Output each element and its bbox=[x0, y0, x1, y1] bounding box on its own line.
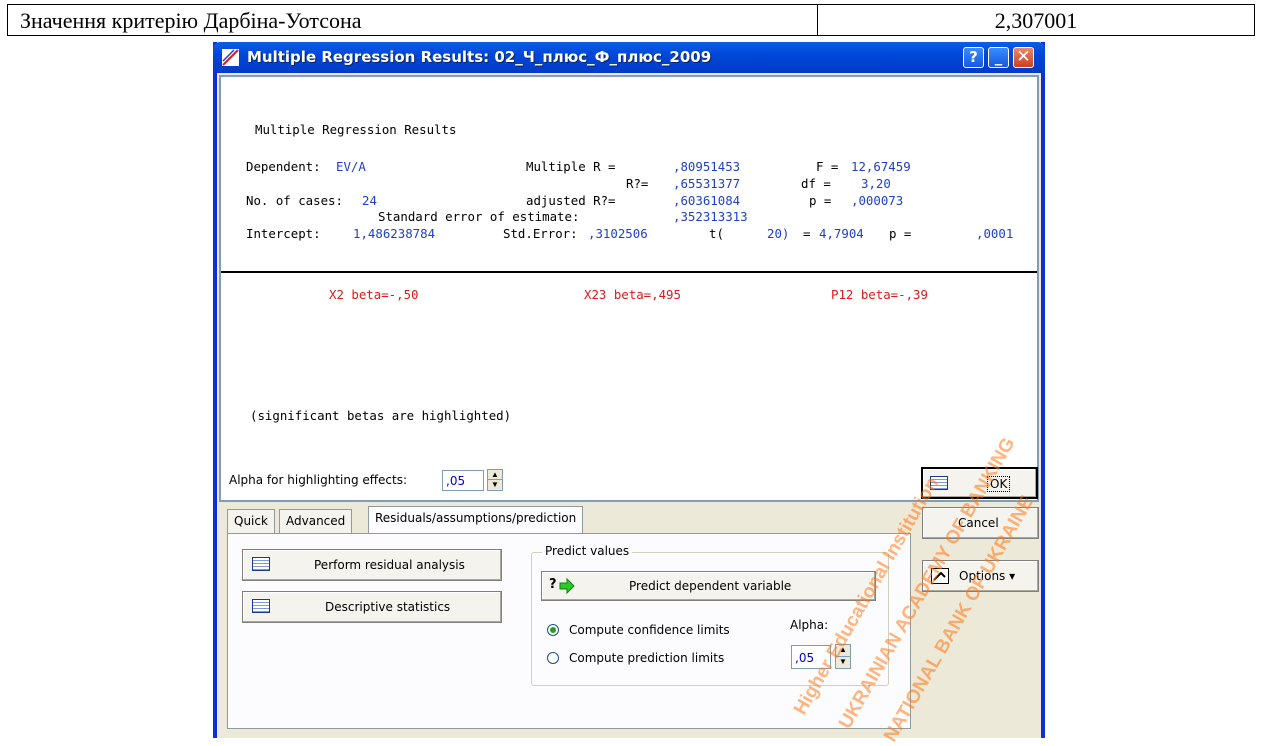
std-error-estimate-label: Standard error of estimate: bbox=[378, 209, 580, 224]
table-icon bbox=[930, 476, 948, 490]
descriptive-statistics-button[interactable]: Descriptive statistics bbox=[242, 591, 502, 623]
f-value: 12,67459 bbox=[851, 159, 911, 174]
f-label: F = bbox=[816, 159, 839, 174]
p-value: ,000073 bbox=[851, 193, 904, 208]
tab-residuals[interactable]: Residuals/assumptions/prediction bbox=[368, 506, 584, 534]
residuals-tab-panel: Perform residual analysis Descriptive st… bbox=[227, 533, 911, 729]
std-error-label: Std.Error: bbox=[503, 226, 578, 241]
spin-up-icon[interactable]: ▲ bbox=[488, 470, 502, 480]
help-button[interactable]: ? bbox=[963, 47, 984, 68]
ok-button[interactable]: OK bbox=[921, 467, 1038, 499]
t-df-value: 20) bbox=[767, 226, 790, 241]
beta-x23: X23 beta=,495 bbox=[584, 287, 681, 302]
t-value: 4,7904 bbox=[819, 226, 864, 241]
r2-label: R?= bbox=[626, 176, 649, 191]
p2-label: p = bbox=[889, 226, 912, 241]
title-bar[interactable]: Multiple Regression Results: 02_Ч_плюс_Ф… bbox=[213, 42, 1045, 73]
results-heading: Multiple Regression Results bbox=[255, 122, 457, 137]
predict-dependent-button[interactable]: ? Predict dependent variable bbox=[541, 571, 876, 601]
std-error-value: ,3102506 bbox=[588, 226, 648, 241]
intercept-value: 1,486238784 bbox=[353, 226, 436, 241]
adjusted-r2-label: adjusted R?= bbox=[526, 193, 616, 208]
table-icon bbox=[252, 557, 270, 571]
alpha-highlight-spinner[interactable]: ▲ ▼ bbox=[487, 469, 503, 491]
cases-value: 24 bbox=[362, 193, 377, 208]
alpha-label: Alpha: bbox=[790, 618, 829, 632]
p-label: p = bbox=[809, 193, 832, 208]
results-divider bbox=[221, 271, 1037, 273]
durbin-watson-label: Значення критерію Дарбіна-Уотсона bbox=[8, 5, 818, 35]
significance-note: (significant betas are highlighted) bbox=[250, 408, 512, 423]
alpha-highlight-label: Alpha for highlighting effects: bbox=[229, 473, 408, 487]
results-panel[interactable]: Multiple Regression Results Dependent: E… bbox=[219, 75, 1039, 502]
document-table-row: Значення критерію Дарбіна-Уотсона 2,3070… bbox=[7, 4, 1255, 36]
table-icon bbox=[252, 599, 270, 613]
spin-down-icon[interactable]: ▼ bbox=[836, 657, 850, 669]
t-label: t( bbox=[709, 226, 724, 241]
std-error-estimate-value: ,352313313 bbox=[673, 209, 748, 224]
df-label: df = bbox=[801, 176, 831, 191]
beta-x2: X2 beta=-,50 bbox=[329, 287, 419, 302]
alpha-highlight-input[interactable]: ,05 bbox=[442, 470, 484, 491]
dependent-label: Dependent: bbox=[246, 159, 321, 174]
beta-p12: P12 beta=-,39 bbox=[831, 287, 928, 302]
arrow-right-icon bbox=[559, 578, 575, 594]
r2-value: ,65531377 bbox=[673, 176, 741, 191]
options-icon bbox=[931, 568, 949, 584]
perform-residual-analysis-button[interactable]: Perform residual analysis bbox=[242, 549, 502, 581]
cancel-button[interactable]: Cancel bbox=[922, 507, 1039, 539]
minimize-button[interactable]: _ bbox=[988, 47, 1009, 68]
question-icon: ? bbox=[549, 577, 557, 592]
prediction-limits-radio[interactable] bbox=[547, 652, 559, 664]
app-icon bbox=[222, 49, 239, 66]
intercept-label: Intercept: bbox=[246, 226, 321, 241]
df-value: 3,20 bbox=[861, 176, 891, 191]
spin-down-icon[interactable]: ▼ bbox=[488, 480, 502, 490]
predict-values-group: Predict values ? Predict dependent varia… bbox=[531, 544, 889, 686]
durbin-watson-value: 2,307001 bbox=[994, 8, 1078, 33]
options-button[interactable]: Options ▾ bbox=[922, 560, 1039, 592]
confidence-limits-label: Compute confidence limits bbox=[569, 623, 730, 637]
dependent-value: EV/A bbox=[336, 159, 366, 174]
tab-advanced[interactable]: Advanced bbox=[279, 509, 353, 533]
adjusted-r2-value: ,60361084 bbox=[673, 193, 741, 208]
predict-values-title: Predict values bbox=[542, 544, 633, 558]
alpha-spinner[interactable]: ▲ ▼ bbox=[835, 644, 851, 669]
t-equals: = bbox=[803, 226, 811, 241]
window-title: Multiple Regression Results: 02_Ч_плюс_Ф… bbox=[247, 48, 712, 66]
multiple-r-value: ,80951453 bbox=[673, 159, 741, 174]
cases-label: No. of cases: bbox=[246, 193, 343, 208]
tab-quick[interactable]: Quick bbox=[227, 509, 275, 533]
close-button[interactable]: ✕ bbox=[1013, 47, 1034, 68]
regression-results-window: Multiple Regression Results: 02_Ч_плюс_Ф… bbox=[213, 42, 1045, 738]
confidence-limits-radio[interactable] bbox=[547, 624, 559, 636]
spin-up-icon[interactable]: ▲ bbox=[836, 645, 850, 657]
alpha-input[interactable]: ,05 bbox=[791, 645, 831, 669]
prediction-limits-label: Compute prediction limits bbox=[569, 651, 725, 665]
multiple-r-label: Multiple R = bbox=[526, 159, 616, 174]
p2-value: ,0001 bbox=[976, 226, 1014, 241]
